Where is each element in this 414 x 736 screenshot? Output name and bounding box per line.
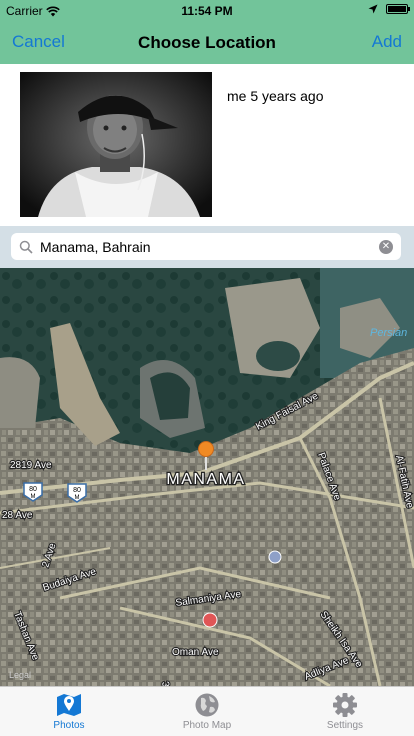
photo-thumbnail xyxy=(20,72,212,217)
search-bar: Manama, Bahrain ✕ xyxy=(0,226,414,268)
tab-photo-map[interactable]: Photo Map xyxy=(138,687,276,736)
tab-photos-label: Photos xyxy=(53,720,85,731)
tab-photos[interactable]: Photos xyxy=(0,687,138,736)
svg-text:80: 80 xyxy=(73,487,81,494)
hospital-icon xyxy=(202,612,218,628)
map-label-oman: Oman Ave xyxy=(172,647,219,658)
map-pin-icon xyxy=(57,694,81,716)
gear-icon xyxy=(333,693,357,717)
map-label-persian: Persian xyxy=(370,327,407,339)
svg-text:M: M xyxy=(75,495,80,501)
landmark-icon xyxy=(268,550,282,564)
photo-caption: me 5 years ago xyxy=(227,88,324,104)
search-input[interactable]: Manama, Bahrain ✕ xyxy=(11,233,401,260)
clear-icon[interactable]: ✕ xyxy=(379,239,393,254)
search-value: Manama, Bahrain xyxy=(40,238,151,255)
svg-text:80: 80 xyxy=(29,486,37,493)
svg-text:M: M xyxy=(31,494,36,500)
battery-icon xyxy=(386,4,410,14)
map-label-28: 28 Ave xyxy=(2,510,33,521)
map-view[interactable]: Persian King Faisal Ave Palace Ave Al-Fa… xyxy=(0,268,414,686)
status-time: 11:54 PM xyxy=(181,4,233,18)
status-bar: Carrier 11:54 PM xyxy=(0,0,414,22)
add-button[interactable]: Add xyxy=(372,32,402,52)
map-label-city: MANAMA xyxy=(166,471,245,488)
tab-settings[interactable]: Settings xyxy=(276,687,414,736)
tab-photo-map-label: Photo Map xyxy=(182,720,232,731)
location-arrow-icon xyxy=(368,4,378,14)
legal-link[interactable]: Legal xyxy=(9,670,31,680)
tab-settings-label: Settings xyxy=(326,720,364,731)
tab-bar: Photos Photo Map Settings xyxy=(0,686,414,736)
page-title: Choose Location xyxy=(138,33,276,52)
navigation-bar: Cancel Choose Location Add xyxy=(0,22,414,64)
map-label-2819: 2819 Ave xyxy=(10,460,52,471)
globe-icon xyxy=(195,693,219,717)
search-icon xyxy=(19,240,33,254)
